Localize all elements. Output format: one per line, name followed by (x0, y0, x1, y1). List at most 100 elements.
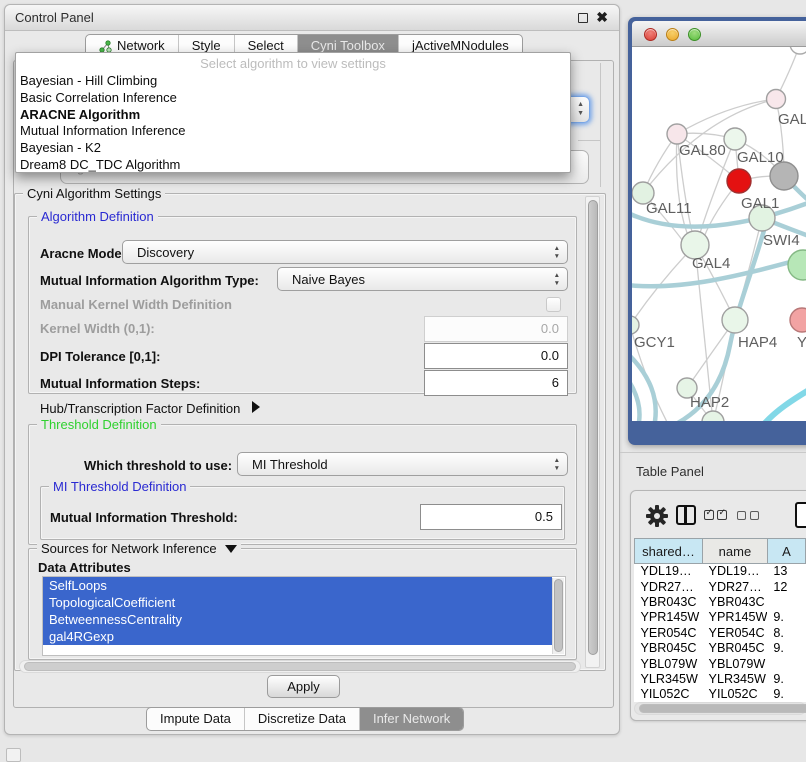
network-node-top-partial[interactable] (790, 47, 806, 54)
network-node-HAP4[interactable] (722, 307, 748, 333)
tab-discretize-data[interactable]: Discretize Data (244, 708, 359, 730)
which-threshold-combobox[interactable]: MI Threshold ▲▼ (237, 452, 568, 476)
network-node-big-green[interactable] (788, 250, 806, 280)
unchecked-box-icon (737, 511, 746, 520)
threshold-definition-title: Threshold Definition (37, 417, 161, 432)
algorithm-option[interactable]: ARACNE Algorithm (16, 107, 570, 124)
float-window-icon[interactable] (578, 13, 588, 23)
settings-vertical-scrollbar[interactable] (585, 196, 600, 668)
document-icon[interactable] (795, 502, 806, 528)
mi-steps-label: Mutual Information Steps: (40, 376, 200, 391)
network-edge (632, 377, 640, 421)
manual-kernel-checkbox[interactable] (546, 297, 561, 312)
table-row[interactable]: YLR345WYLR345W9. (635, 671, 806, 686)
dpi-tolerance-label: DPI Tolerance [0,1]: (40, 349, 160, 364)
tab-infer-network[interactable]: Infer Network (359, 708, 463, 730)
table-column-header[interactable]: A (767, 539, 805, 564)
tab-impute-data[interactable]: Impute Data (147, 708, 244, 730)
table-cell: 9. (767, 640, 805, 655)
mi-threshold-definition-title: MI Threshold Definition (49, 479, 190, 494)
table-cell: 8. (767, 625, 805, 640)
network-node-gray-node[interactable] (770, 162, 798, 190)
dpi-tolerance-field[interactable]: 0.0 (424, 343, 568, 369)
table-panel-separator (620, 452, 806, 453)
minimize-traffic-light[interactable] (666, 28, 679, 41)
settings-horizontal-scrollbar[interactable] (19, 660, 581, 673)
table-row[interactable]: YER054CYER054C8. (635, 625, 806, 640)
mi-steps-field[interactable]: 6 (424, 370, 568, 396)
control-panel-titlebar[interactable]: Control Panel ✖ (5, 5, 619, 31)
table-cell: YER054C (635, 625, 703, 640)
table-row[interactable]: YPR145WYPR145W9. (635, 610, 806, 625)
table-column-header[interactable]: shared… (635, 539, 703, 564)
attributes-list-scrollbar[interactable] (552, 578, 564, 654)
attribute-list-item[interactable]: gal4RGexp (43, 628, 552, 645)
bottom-tabs: Impute Data Discretize Data Infer Networ… (146, 707, 464, 731)
algorithm-option[interactable]: Basic Correlation Inference (16, 90, 570, 107)
manual-kernel-label: Manual Kernel Width Definition (40, 297, 232, 312)
table-row[interactable]: YBR043CYBR043C (635, 594, 806, 609)
minimized-window-icon[interactable] (6, 748, 21, 762)
node-label: GAL (778, 111, 806, 128)
hub-factor-expander[interactable]: Hub/Transcription Factor Definition (40, 401, 260, 416)
mi-threshold-field[interactable]: 0.5 (420, 504, 562, 530)
expander-right-icon (252, 401, 260, 413)
network-window-titlebar[interactable] (632, 21, 806, 47)
table-cell: YPR145W (703, 610, 768, 625)
table-horizontal-scrollbar[interactable] (634, 702, 806, 715)
network-canvas[interactable]: GALGAL80GAL10GAL1GAL11SWI4GAL4GCY1HAP4YH… (632, 47, 806, 421)
combo-arrows-icon: ▲▼ (554, 457, 560, 473)
table-cell: YDR27… (703, 579, 768, 594)
column-settings-icon[interactable] (676, 505, 696, 525)
select-all-columns-icon[interactable] (704, 510, 727, 520)
algorithm-option[interactable]: Dream8 DC_TDC Algorithm (16, 157, 570, 174)
algorithm-option[interactable]: Bayesian - K2 (16, 140, 570, 157)
table-row[interactable]: YDR27…YDR27…12 (635, 579, 806, 594)
table-row[interactable]: YBR045CYBR045C9. (635, 640, 806, 655)
mi-type-combobox[interactable]: Naive Bayes ▲▼ (277, 267, 568, 291)
table-row[interactable]: YIL052CYIL052C9. (635, 687, 806, 702)
checked-box-icon (717, 510, 727, 520)
network-view-window[interactable]: GALGAL80GAL10GAL1GAL11SWI4GAL4GCY1HAP4YH… (628, 17, 806, 445)
node-label: SWI4 (763, 232, 800, 249)
network-edge (632, 352, 656, 421)
sources-title[interactable]: Sources for Network Inference (37, 541, 241, 556)
aracne-mode-combobox[interactable]: Discovery ▲▼ (122, 240, 568, 264)
data-attributes-list: SelfLoopsTopologicalCoefficientBetweenne… (42, 576, 566, 656)
network-node-GCY1[interactable] (632, 316, 639, 334)
table-row[interactable]: YDL19…YDL19…13 (635, 564, 806, 579)
attribute-list-item[interactable]: TopologicalCoefficient (43, 594, 552, 611)
hidden-groupbox-edge-h (578, 140, 601, 141)
apply-button[interactable]: Apply (267, 675, 340, 698)
node-label: HAP4 (738, 334, 777, 351)
table-row[interactable]: YBL079WYBL079W (635, 656, 806, 671)
attribute-list-item[interactable]: BetweennessCentrality (43, 611, 552, 628)
table-column-header[interactable]: name (703, 539, 768, 564)
table-cell: YBL079W (703, 656, 768, 671)
attribute-list-item[interactable]: SelfLoops (43, 577, 552, 594)
gear-icon[interactable] (645, 504, 669, 528)
mi-threshold-label: Mutual Information Threshold: (50, 510, 238, 525)
kernel-width-field[interactable]: 0.0 (424, 316, 568, 342)
settings-group-title: Cyni Algorithm Settings (23, 186, 165, 201)
close-icon[interactable]: ✖ (596, 9, 608, 26)
table-cell: YBR043C (703, 594, 768, 609)
network-node-pink-top[interactable] (767, 90, 786, 109)
scrollbar-thumb[interactable] (639, 704, 806, 713)
network-node-salmon-node[interactable] (790, 308, 806, 332)
algorithm-option[interactable]: Mutual Information Inference (16, 123, 570, 140)
table-cell: YDR27… (635, 579, 703, 594)
table-cell: YBL079W (635, 656, 703, 671)
scrollbar-thumb[interactable] (24, 662, 576, 671)
network-node-GAL80[interactable] (667, 124, 687, 144)
table-cell: YPR145W (635, 610, 703, 625)
close-traffic-light[interactable] (644, 28, 657, 41)
zoom-traffic-light[interactable] (688, 28, 701, 41)
deselect-all-columns-icon[interactable] (737, 511, 759, 520)
algorithm-definition-title: Algorithm Definition (37, 209, 158, 224)
scrollbar-thumb[interactable] (554, 579, 563, 652)
scrollbar-thumb[interactable] (588, 200, 598, 655)
network-node-GAL1-red[interactable] (727, 169, 751, 193)
network-node-GAL10[interactable] (724, 128, 746, 150)
algorithm-option[interactable]: Bayesian - Hill Climbing (16, 73, 570, 90)
